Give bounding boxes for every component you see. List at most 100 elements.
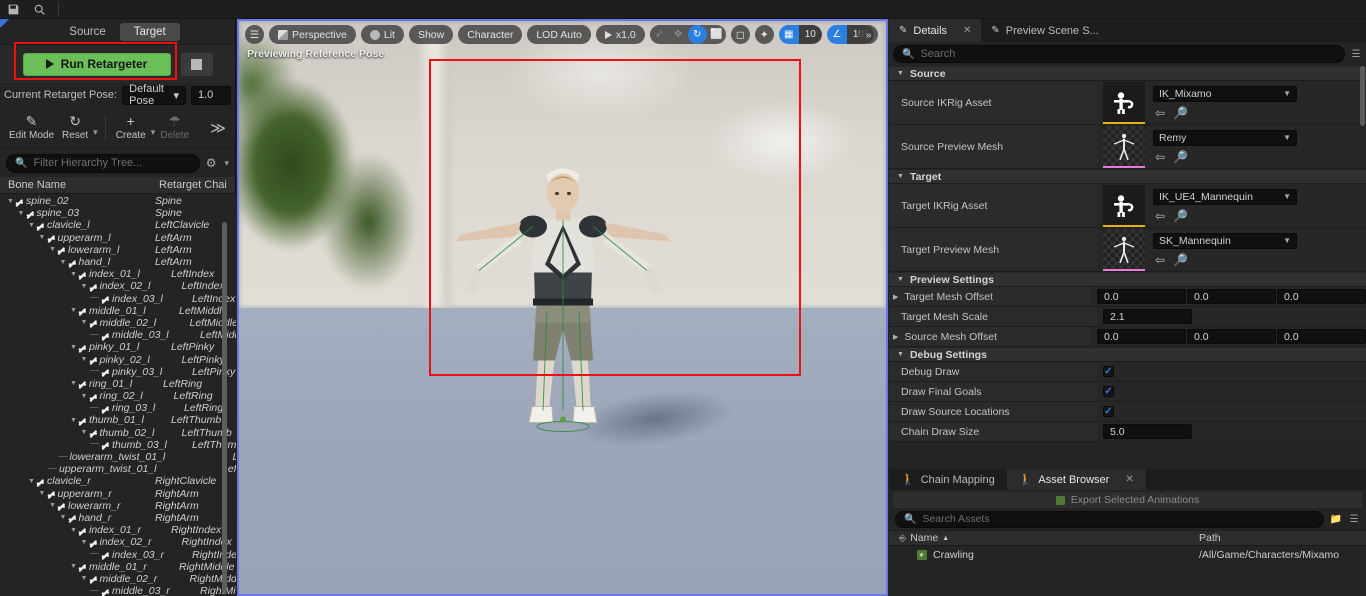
viewport-playrate-button[interactable]: x1.0: [595, 25, 645, 44]
tree-row[interactable]: ▼ middle_02_l LeftMiddle: [0, 317, 236, 329]
chevron-down-icon[interactable]: ▼: [80, 393, 89, 400]
retarget-pose-select[interactable]: Default Pose ▾: [122, 83, 186, 107]
asset-select[interactable]: IK_UE4_Mannequin ▼: [1153, 188, 1297, 205]
tree-row[interactable]: middle_03_l LeftMiddle: [0, 329, 236, 341]
asset-column-name[interactable]: ⎆ Name ▲: [889, 532, 1189, 544]
asset-thumbnail[interactable]: [1103, 81, 1145, 124]
reset-button[interactable]: ↻ Reset: [59, 113, 91, 142]
chevron-down-icon[interactable]: ▼: [69, 417, 78, 424]
tree-row[interactable]: ▼ clavicle_l LeftClavicle: [0, 219, 236, 231]
tree-row[interactable]: ▼ index_01_r RightIndex: [0, 524, 236, 536]
chevron-down-icon[interactable]: ▼: [69, 307, 78, 314]
folder-icon[interactable]: 📁: [1330, 512, 1342, 526]
tree-row[interactable]: ▼ thumb_01_l LeftThumb: [0, 414, 236, 426]
tree-row[interactable]: ▼ middle_02_r RightMiddle: [0, 573, 236, 585]
find-in-content-browser-icon[interactable]: 🔎: [1173, 253, 1188, 267]
tree-row[interactable]: middle_03_r RightMiddle: [0, 585, 236, 596]
tree-row[interactable]: pinky_03_l LeftPinky: [0, 366, 236, 378]
asset-select[interactable]: IK_Mixamo ▼: [1153, 85, 1297, 102]
scale-icon[interactable]: ⬜: [707, 25, 726, 44]
vector-component-x[interactable]: 0.0: [1097, 329, 1186, 344]
chevron-down-icon[interactable]: ▼: [69, 271, 78, 278]
target-tab[interactable]: Target: [119, 22, 180, 41]
tree-row[interactable]: ▼ index_01_l LeftIndex: [0, 268, 236, 280]
tools-overflow-button[interactable]: ≫: [210, 119, 229, 137]
chevron-down-icon[interactable]: ▼: [27, 222, 36, 229]
chevron-down-icon[interactable]: ▼: [80, 283, 89, 290]
details-scrollbar[interactable]: [1360, 66, 1365, 126]
tab-chain-mapping[interactable]: 🚶 Chain Mapping: [889, 469, 1007, 490]
chevron-down-icon[interactable]: ▼: [6, 198, 15, 205]
viewport-overflow-button[interactable]: »: [859, 25, 878, 44]
chevron-down-icon[interactable]: ▼: [69, 380, 78, 387]
tree-row[interactable]: lowerarm_twist_01_l LeftLowerArm: [0, 451, 236, 463]
tree-row[interactable]: ring_03_l LeftRing: [0, 402, 236, 414]
vector-component-z[interactable]: 0.0: [1277, 329, 1366, 344]
viewport-lod-button[interactable]: LOD Auto: [527, 25, 591, 44]
grid-snap-control[interactable]: ▦ 10: [778, 25, 822, 44]
save-icon[interactable]: [0, 0, 26, 19]
close-icon[interactable]: ✕: [963, 25, 971, 36]
tree-row[interactable]: upperarm_twist_01_lLeftUpperArm: [0, 463, 236, 475]
chevron-down-icon[interactable]: ▼: [80, 429, 89, 436]
chevron-down-icon[interactable]: ▼: [48, 502, 57, 509]
section-header-preview-settings[interactable]: ▼ Preview Settings: [889, 272, 1366, 287]
chevron-down-icon[interactable]: ▼: [80, 319, 89, 326]
find-in-content-browser-icon[interactable]: 🔎: [1173, 150, 1188, 164]
surface-snap-icon[interactable]: ✦: [754, 25, 774, 44]
tree-row[interactable]: index_03_r RightIndex: [0, 548, 236, 561]
chevron-down-icon[interactable]: ▼: [27, 478, 36, 485]
edit-mode-button[interactable]: ✎ Edit Mode: [6, 113, 57, 142]
asset-search-input[interactable]: 🔍 Search Assets: [895, 510, 1324, 528]
asset-thumbnail[interactable]: [1103, 228, 1145, 271]
reset-dropdown-caret[interactable]: ▾: [93, 127, 98, 138]
tree-row[interactable]: ▼ upperarm_l LeftArm: [0, 232, 236, 244]
create-button[interactable]: + Create: [113, 113, 149, 142]
viewport-perspective-button[interactable]: Perspective: [269, 25, 356, 44]
asset-thumbnail[interactable]: [1103, 184, 1145, 227]
chevron-down-icon[interactable]: ▼: [80, 575, 89, 582]
filter-hierarchy-input[interactable]: 🔍 Filter Hierarchy Tree...: [6, 153, 200, 173]
tree-row[interactable]: ▼ ring_01_l LeftRing: [0, 378, 236, 390]
bone-hierarchy-tree[interactable]: ▼ spine_02 Spine ▼ spine_03 Spine ▼ clavicle_l L…: [0, 195, 236, 596]
viewport-show-button[interactable]: Show: [408, 25, 454, 44]
chevron-down-icon[interactable]: ▼: [80, 356, 89, 363]
translate-icon[interactable]: ✥: [669, 25, 688, 44]
tab-asset-browser[interactable]: 🚶 Asset Browser ✕: [1006, 469, 1146, 490]
chevron-down-icon[interactable]: ▼: [38, 234, 47, 241]
hamburger-icon[interactable]: ☰: [245, 25, 264, 44]
section-header-target[interactable]: ▼ Target: [889, 169, 1366, 184]
viewport-character-button[interactable]: Character: [458, 25, 523, 44]
stop-button[interactable]: [180, 52, 213, 76]
filter-icon[interactable]: ☰: [1348, 512, 1360, 526]
preview-viewport[interactable]: ☰ Perspective Lit Show Character LOD Aut…: [237, 19, 888, 596]
tree-row[interactable]: ▼ middle_01_l LeftMiddle: [0, 305, 236, 317]
chevron-down-icon[interactable]: ▼: [69, 527, 78, 534]
settings-icon[interactable]: ☰: [1350, 47, 1362, 61]
chevron-down-icon[interactable]: ▼: [69, 563, 78, 570]
world-coords-icon[interactable]: ◻: [730, 25, 750, 44]
chevron-down-icon[interactable]: ▼: [59, 514, 68, 521]
tree-row[interactable]: ▼ lowerarm_l LeftArm: [0, 244, 236, 256]
tree-row[interactable]: ▼ index_02_l LeftIndex: [0, 280, 236, 292]
checkbox[interactable]: ✓: [1103, 386, 1114, 397]
checkbox[interactable]: ✓: [1103, 366, 1114, 377]
expand-arrow-icon[interactable]: ▶: [893, 293, 898, 301]
vector-component-y[interactable]: 0.0: [1187, 329, 1276, 344]
close-icon[interactable]: ✕: [1125, 474, 1133, 485]
rotate-icon[interactable]: ↻: [687, 25, 707, 44]
tree-row[interactable]: ▼ pinky_01_l LeftPinky: [0, 341, 236, 353]
tree-row[interactable]: ▼ upperarm_r RightArm: [0, 488, 236, 500]
chevron-down-icon[interactable]: ▼: [69, 344, 78, 351]
chevron-down-icon[interactable]: ▼: [80, 539, 89, 546]
tree-row[interactable]: ▼ ring_02_l LeftRing: [0, 390, 236, 402]
vector-component-z[interactable]: 0.0: [1277, 289, 1366, 304]
browse-to-asset-icon[interactable]: ⇦: [1155, 209, 1165, 223]
asset-thumbnail[interactable]: [1103, 125, 1145, 168]
section-header-debug-settings[interactable]: ▼ Debug Settings: [889, 347, 1366, 362]
expand-arrow-icon[interactable]: ▶: [893, 333, 898, 341]
create-dropdown-caret[interactable]: ▾: [151, 127, 156, 138]
browse-to-asset-icon[interactable]: ⇦: [1155, 106, 1165, 120]
tree-row[interactable]: ▼ middle_01_r RightMiddle: [0, 561, 236, 573]
numeric-input[interactable]: 5.0: [1103, 424, 1192, 439]
